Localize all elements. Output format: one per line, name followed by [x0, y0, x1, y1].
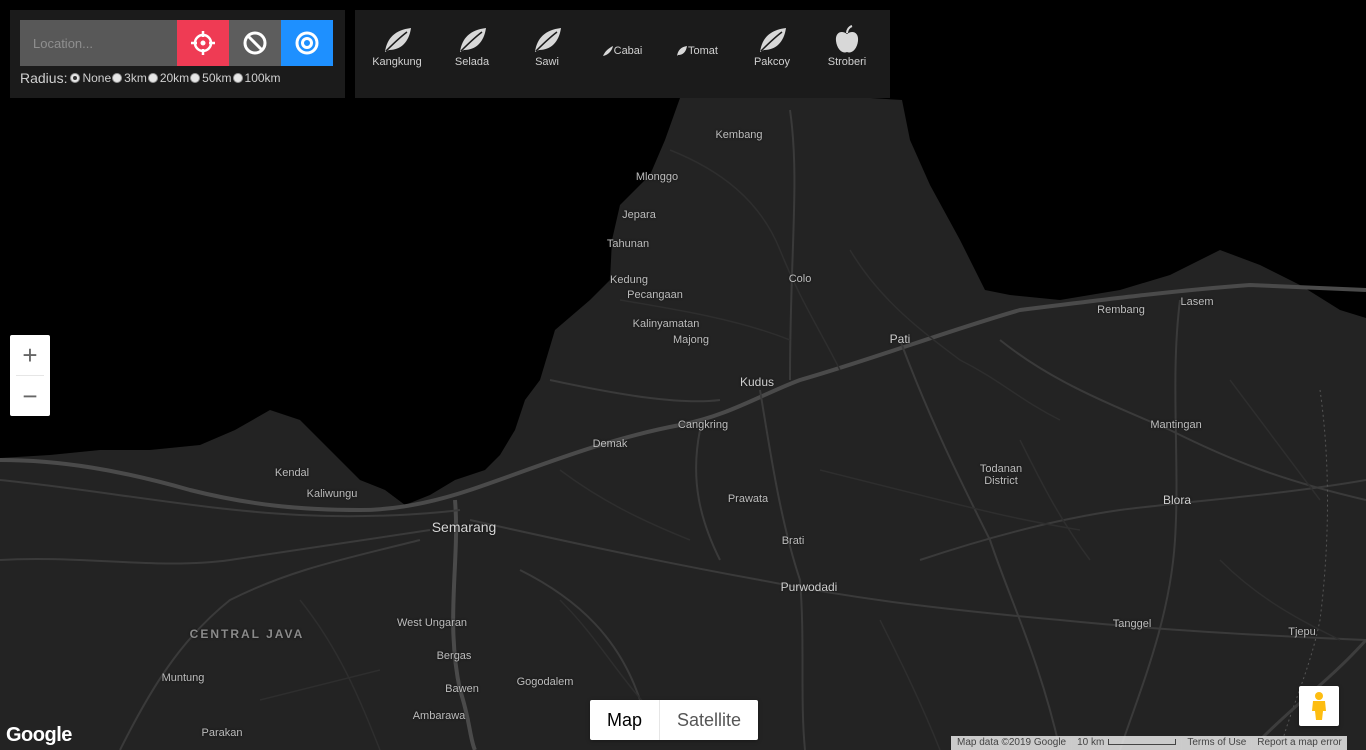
zoom-out-button[interactable]: − — [10, 376, 50, 416]
zoom-in-button[interactable]: + — [10, 335, 50, 375]
radio-icon[interactable] — [147, 73, 158, 83]
street-view-button[interactable] — [1299, 686, 1339, 726]
map-type-map-button[interactable]: Map — [590, 700, 661, 740]
plant-kangkung[interactable]: Kangkung — [361, 24, 433, 68]
place-label: Mantingan — [1150, 419, 1202, 431]
radius-option-50km[interactable]: 50km — [190, 71, 232, 85]
plant-pakcoy[interactable]: Pakcoy — [736, 24, 808, 68]
scale-indicator[interactable]: 10 km — [1071, 736, 1182, 750]
map-type-control: Map Satellite — [590, 700, 759, 740]
leaf-icon — [535, 28, 561, 52]
place-label: Ambarawa — [412, 710, 466, 722]
radio-icon[interactable] — [190, 73, 201, 83]
location-input[interactable] — [20, 20, 177, 66]
radius-option-label: 100km — [244, 71, 281, 85]
pegman-icon — [1312, 692, 1326, 720]
place-label: Mlonggo — [635, 171, 679, 183]
clear-button[interactable] — [229, 20, 281, 66]
place-label: Bawen — [445, 683, 479, 695]
search-panel: Radius: None 3km 20km 50km 100km — [10, 10, 345, 98]
place-label: Purwodadi — [780, 580, 838, 594]
ban-icon — [243, 31, 267, 55]
place-label: District — [984, 475, 1018, 487]
leaf-icon — [677, 46, 688, 56]
plant-stroberi[interactable]: Stroberi — [811, 24, 883, 68]
place-label: Pati — [889, 332, 911, 346]
place-label: Parakan — [201, 727, 243, 739]
place-label: Todanan — [979, 463, 1023, 475]
plant-tomat[interactable]: Tomat — [661, 45, 733, 57]
leaf-icon — [460, 28, 486, 52]
place-label: Pecangaan — [627, 289, 683, 301]
scale-label: 10 km — [1077, 737, 1105, 748]
place-label: Kedung — [610, 274, 648, 286]
plant-label: Pakcoy — [753, 56, 791, 68]
place-label: Semarang — [431, 519, 497, 535]
place-label: Blora — [1162, 493, 1192, 507]
radius-option-3km[interactable]: 3km — [112, 71, 147, 85]
place-label: Jepara — [622, 209, 656, 221]
crosshair-icon — [191, 31, 215, 55]
place-label: Cangkring — [677, 419, 729, 431]
radius-option-label: None — [82, 71, 112, 85]
plant-selada[interactable]: Selada — [436, 24, 508, 68]
radius-option-none[interactable]: None — [70, 71, 111, 85]
place-label: Kembang — [715, 129, 763, 141]
map-type-satellite-button[interactable]: Satellite — [660, 700, 758, 740]
scale-bar — [1108, 739, 1177, 746]
leaf-icon — [385, 28, 411, 52]
place-label: Rembang — [1097, 304, 1145, 316]
place-label: Gogodalem — [516, 676, 574, 688]
plant-label: Sawi — [535, 56, 559, 68]
locate-button[interactable] — [177, 20, 229, 66]
chili-icon — [602, 46, 613, 56]
place-label: Kalinyamatan — [632, 318, 700, 330]
radio-icon[interactable] — [70, 73, 81, 83]
terms-link[interactable]: Terms of Use — [1181, 736, 1252, 750]
leaf-icon — [760, 28, 786, 52]
place-label: Demak — [592, 438, 628, 450]
radio-icon[interactable] — [232, 73, 243, 83]
radius-option-100km[interactable]: 100km — [232, 71, 281, 85]
place-label: Majong — [672, 334, 710, 346]
google-logo[interactable]: Google — [6, 724, 72, 747]
place-label: Kudus — [739, 375, 775, 389]
place-label: Brati — [781, 535, 805, 547]
radius-option-20km[interactable]: 20km — [147, 71, 190, 85]
radius-selector: Radius: None 3km 20km 50km 100km — [20, 69, 282, 87]
place-label: Colo — [788, 273, 812, 285]
apple-icon — [835, 25, 859, 53]
map-footer: Map data ©2019 Google 10 km Terms of Use… — [951, 736, 1347, 750]
plant-label: Stroberi — [827, 56, 867, 68]
radius-label: Radius: — [20, 70, 68, 86]
radius-option-label: 20km — [159, 71, 190, 85]
report-error-link[interactable]: Report a map error — [1251, 736, 1347, 750]
plant-cabai[interactable]: Cabai — [586, 45, 658, 57]
place-label: Kaliwungu — [306, 488, 358, 500]
radius-option-label: 3km — [124, 71, 147, 85]
plant-label: Cabai — [613, 45, 643, 57]
region-label: CENTRAL JAVA — [189, 627, 305, 641]
plant-label: Kangkung — [372, 56, 422, 68]
plant-filter-panel: Kangkung Selada Sawi Cabai Tomat Pakcoy … — [355, 10, 890, 98]
place-label: Muntung — [161, 672, 205, 684]
place-label: Tanggel — [1112, 618, 1152, 630]
place-label: Kendal — [274, 467, 310, 479]
zoom-control: + − — [10, 335, 50, 416]
place-label: Lasem — [1180, 296, 1214, 308]
place-label: Bergas — [436, 650, 472, 662]
radio-icon[interactable] — [112, 73, 123, 83]
plant-sawi[interactable]: Sawi — [511, 24, 583, 68]
radius-option-label: 50km — [202, 71, 232, 85]
plant-label: Tomat — [688, 45, 718, 57]
place-label: West Ungaran — [396, 617, 468, 629]
plant-label: Selada — [454, 56, 490, 68]
place-label: Tjepu — [1288, 626, 1316, 638]
radius-button[interactable] — [281, 20, 333, 66]
place-label: Prawata — [727, 493, 769, 505]
place-label: Tahunan — [606, 238, 650, 250]
map-data-attribution[interactable]: Map data ©2019 Google — [951, 736, 1072, 750]
target-icon — [295, 31, 319, 55]
